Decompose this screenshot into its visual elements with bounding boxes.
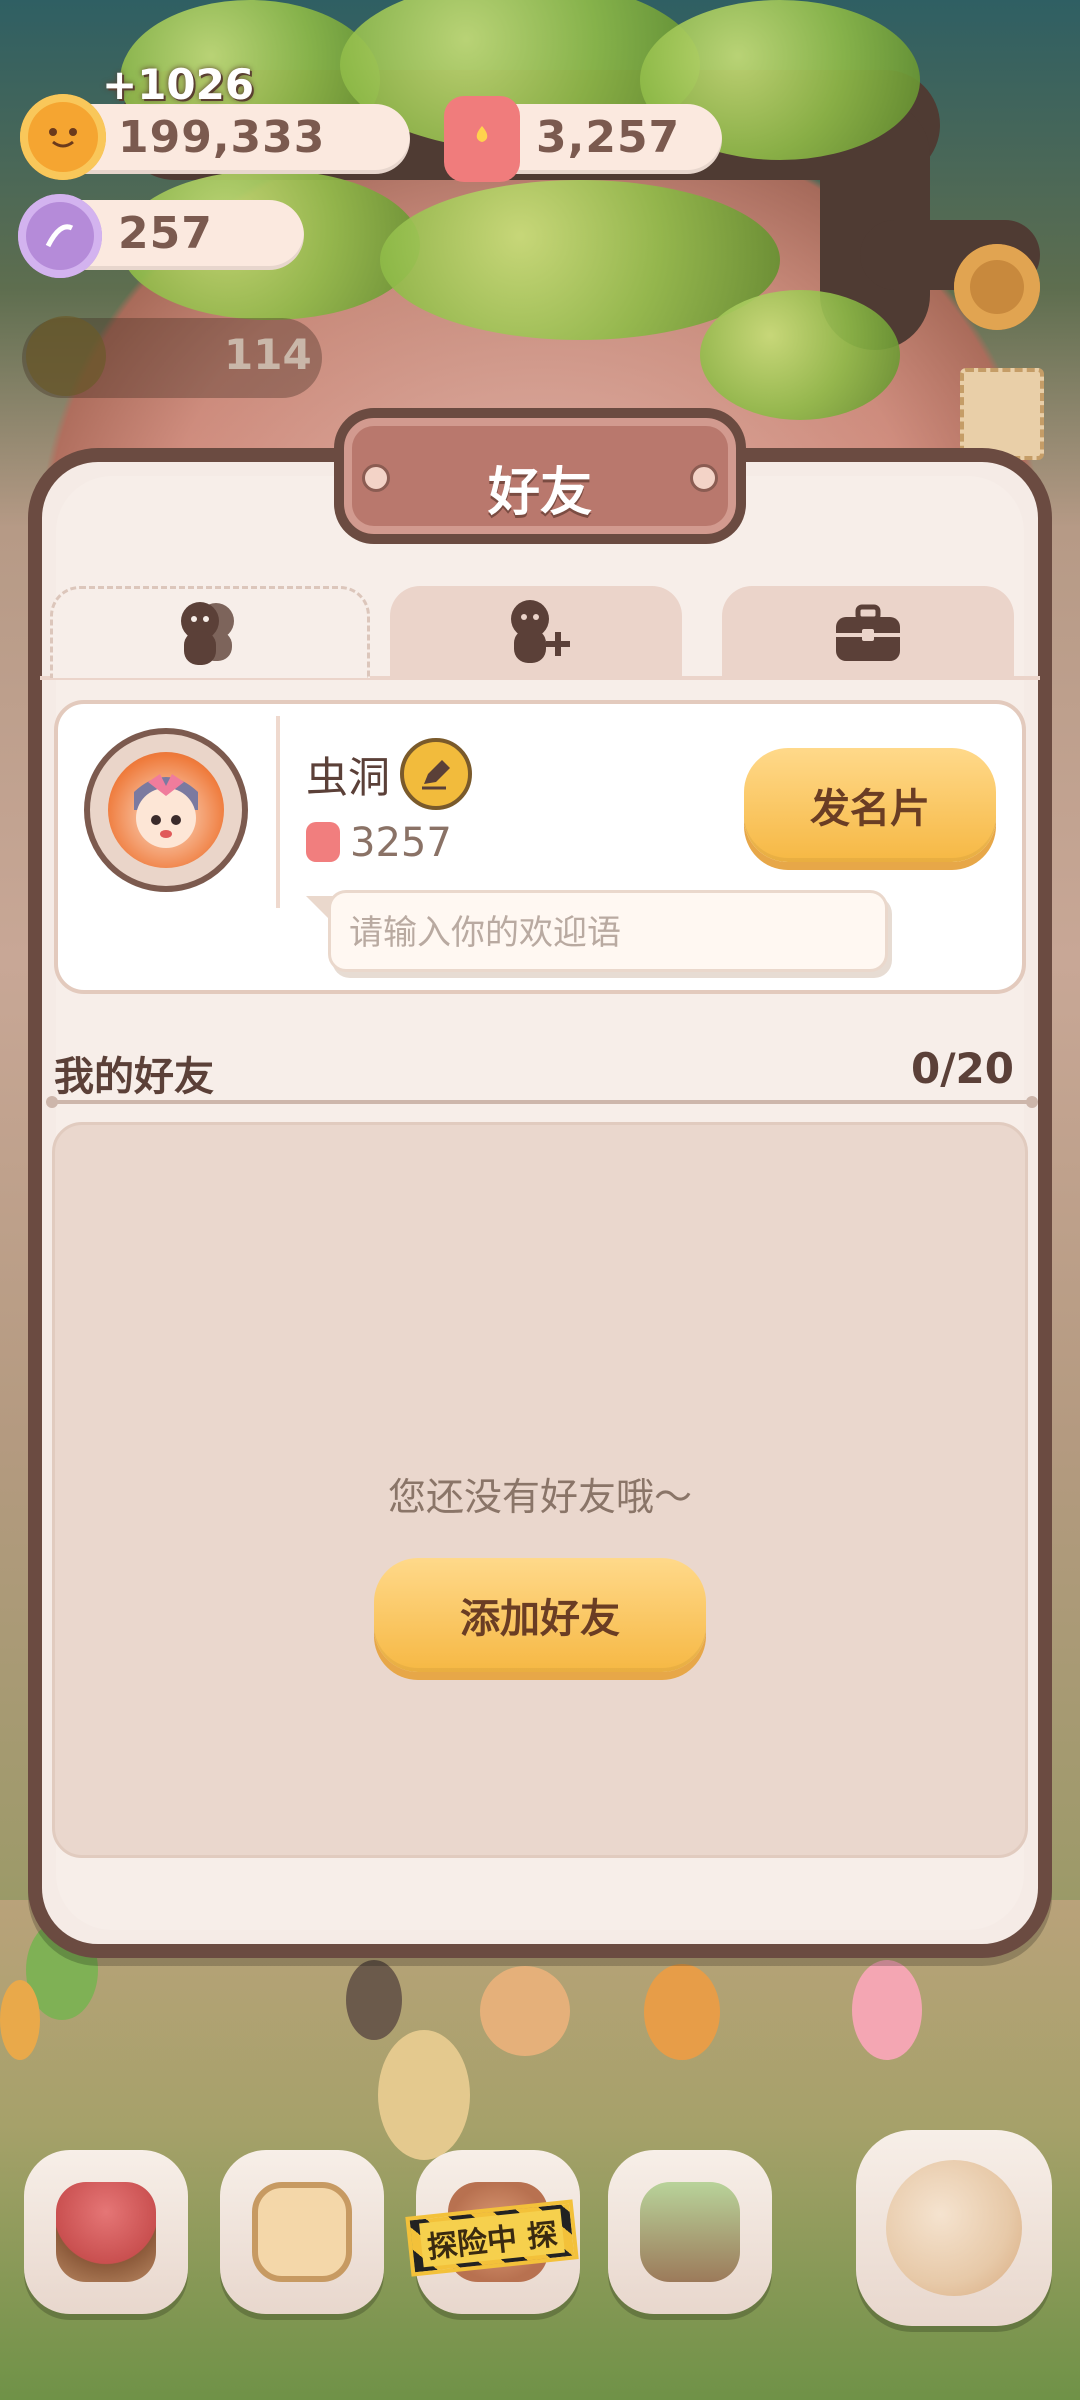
add-friend-icon: [511, 600, 570, 663]
empty-friends-text: 您还没有好友哦～: [387, 1475, 692, 1519]
cookie-character[interactable]: [0, 1980, 40, 2060]
section-divider: [50, 1100, 1034, 1104]
dialog-title: 好友: [487, 463, 592, 523]
edit-pencil-icon[interactable]: [400, 738, 472, 810]
coin-count: 199,333: [118, 112, 326, 163]
candle-icon: [306, 822, 340, 862]
dimmed-counter: 114: [224, 330, 312, 379]
candy-count: 257: [118, 208, 213, 259]
cookie-character[interactable]: [480, 1966, 570, 2056]
avatar[interactable]: [84, 728, 248, 892]
greeting-bubble: [328, 890, 888, 972]
divider-dot: [46, 1096, 58, 1108]
vine-leaves: [700, 290, 900, 420]
shop-icon: [640, 2182, 740, 2282]
stamp-icon[interactable]: [960, 368, 1044, 460]
friends-section-title: 我的好友: [54, 1054, 214, 1100]
friends-icon: [181, 601, 234, 665]
cookie-character[interactable]: [644, 1964, 720, 2060]
cookie-character[interactable]: [852, 1960, 922, 2060]
tab-friends[interactable]: [50, 586, 370, 678]
settings-gear-icon[interactable]: [954, 244, 1040, 330]
profile-divider: [276, 716, 280, 908]
notebook-icon: [252, 2182, 352, 2282]
add-friend-button[interactable]: 添加好友: [374, 1558, 706, 1672]
cookie-character[interactable]: [346, 1960, 402, 2040]
greeting-input[interactable]: [347, 909, 871, 957]
profile-name: 虫洞: [306, 753, 391, 802]
coin-gain-text: +1026: [102, 60, 255, 109]
profile-score: 3257: [350, 820, 452, 866]
candle-icon: [444, 96, 520, 182]
explore-status-label: 探险中 探: [418, 2208, 566, 2268]
dock-character-button[interactable]: [856, 2130, 1052, 2326]
divider-dot: [1026, 1096, 1038, 1108]
mushroom-house-icon: [56, 2182, 156, 2282]
dock-shop-button[interactable]: [608, 2150, 772, 2314]
candy-icon: [18, 194, 102, 278]
avatar-image: [108, 752, 224, 868]
dialog-title-plate: 好友: [334, 408, 746, 544]
briefcase-icon: [836, 604, 900, 661]
dock-build-button[interactable]: [24, 2150, 188, 2314]
send-card-button[interactable]: 发名片: [744, 748, 996, 862]
tab-backpack[interactable]: [722, 586, 1014, 678]
friends-count: 0/20: [910, 1044, 1014, 1093]
coin-icon: [20, 94, 106, 180]
character-icon: [886, 2160, 1022, 2296]
cookie-character[interactable]: [378, 2030, 470, 2160]
sun-icon: [26, 316, 106, 396]
dock-tasks-button[interactable]: [220, 2150, 384, 2314]
candle-count: 3,257: [536, 112, 681, 163]
tab-add-friend[interactable]: [390, 586, 682, 678]
